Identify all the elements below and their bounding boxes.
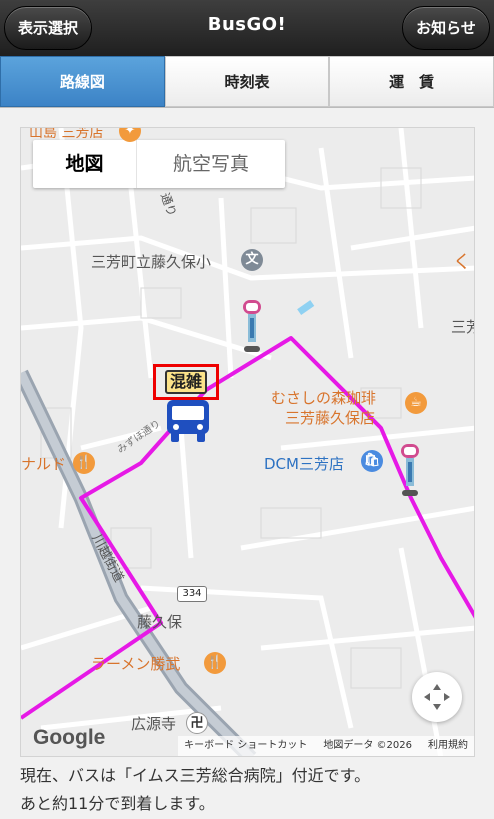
notice-button[interactable]: お知らせ	[402, 6, 490, 50]
bus-location-line: 現在、バスは「イムス三芳総合病院」付近です。	[20, 766, 371, 785]
ramen-icon: 🍴	[204, 652, 226, 674]
map-label-restaurant-left: ナルド	[21, 455, 67, 473]
bus-stop-icon[interactable]	[241, 300, 263, 354]
tab-fare[interactable]: 運 賃	[329, 56, 494, 107]
congestion-label: 混雑	[164, 370, 207, 394]
cafe-icon: ☕	[405, 392, 427, 414]
bus-arrival-line: あと約11分で到着します。	[20, 794, 215, 813]
map-label-ramen: ラーメン勝武	[91, 655, 181, 673]
terms-link[interactable]: 利用規約	[428, 736, 468, 756]
map-label-miyoshi-edge: 三芳	[451, 318, 474, 336]
fork-knife-icon: 🍴	[73, 452, 95, 474]
bus-status-text: 現在、バスは「イムス三芳総合病院」付近です。 あと約11分で到着します。	[20, 762, 480, 818]
temple-icon: 卍	[186, 712, 208, 734]
map-label-edge-mark: く	[453, 252, 471, 273]
bus-stop-icon[interactable]	[399, 444, 421, 498]
app-header: 表示選択 BusGO! お知らせ	[0, 0, 494, 56]
map-type-map-button[interactable]: 地図	[33, 140, 137, 188]
map-label-temple: 広源寺	[131, 715, 177, 733]
route-shield: 334	[177, 586, 207, 602]
tab-timetable[interactable]: 時刻表	[164, 56, 330, 107]
route-map[interactable]: 地図 航空写真 山島 三芳店 ✦ 通り 三芳町立藤久保小 文 く 三芳 むさしの…	[20, 127, 475, 757]
map-type-control: 地図 航空写真	[33, 140, 285, 188]
location-crosshair-icon	[424, 684, 450, 710]
map-label-cafe-branch: 三芳藤久保店	[285, 409, 376, 427]
shopping-icon: 🛍	[361, 450, 383, 472]
school-icon: 文	[241, 249, 263, 271]
map-attribution: キーボード ショートカット 地図データ ©2026 利用規約	[178, 736, 474, 756]
map-roads	[21, 128, 474, 756]
display-select-button[interactable]: 表示選択	[4, 6, 92, 50]
google-logo: Google	[33, 726, 106, 749]
map-data-copyright: 地図データ ©2026	[323, 740, 412, 751]
map-type-satellite-button[interactable]: 航空写真	[137, 140, 285, 188]
map-label-cafe: むさしの森珈琲	[271, 389, 377, 407]
map-label-store-top: 山島 三芳店	[29, 127, 104, 141]
bus-icon[interactable]	[163, 398, 213, 444]
map-label-school: 三芳町立藤久保小	[91, 253, 212, 271]
keyboard-shortcuts-link[interactable]: キーボード ショートカット	[184, 736, 307, 756]
tab-route-map[interactable]: 路線図	[0, 56, 165, 107]
map-label-fujikubo: 藤久保	[137, 613, 183, 631]
congestion-badge: 混雑	[153, 364, 219, 400]
app-title: BusGO!	[207, 14, 287, 35]
my-location-button[interactable]	[412, 672, 462, 722]
main-tabs: 路線図 時刻表 運 賃	[0, 56, 494, 108]
map-label-dcm: DCM三芳店	[264, 455, 344, 473]
